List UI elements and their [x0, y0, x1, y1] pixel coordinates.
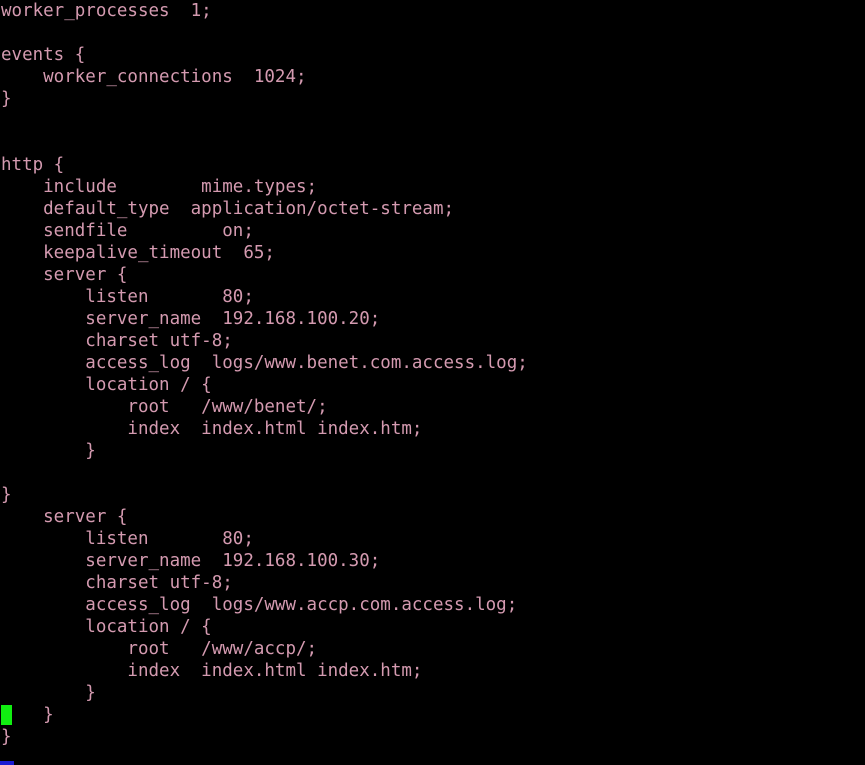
code-line: access_log logs/www.accp.com.access.log; — [1, 595, 518, 615]
status-line-segment — [0, 761, 14, 765]
text-cursor — [1, 705, 12, 725]
terminal-window[interactable]: worker_processes 1; events { worker_conn… — [0, 0, 865, 765]
code-line: } — [1, 727, 12, 747]
code-line: server_name 192.168.100.20; — [1, 309, 381, 329]
code-line: access_log logs/www.benet.com.access.log… — [1, 353, 528, 373]
code-line: charset utf-8; — [1, 573, 233, 593]
code-line: server { — [1, 265, 128, 285]
code-line: keepalive_timeout 65; — [1, 243, 275, 263]
code-line: worker_connections 1024; — [1, 67, 307, 87]
code-editor-text-area[interactable]: worker_processes 1; events { worker_conn… — [0, 0, 865, 765]
code-line: root /www/accp/; — [1, 639, 318, 659]
code-line: location / { — [1, 617, 212, 637]
code-line: http { — [1, 155, 65, 175]
code-line: sendfile on; — [1, 221, 254, 241]
code-line: server { — [1, 507, 128, 527]
code-line: index index.html index.htm; — [1, 661, 423, 681]
code-line: worker_processes 1; — [1, 1, 212, 21]
code-line: listen 80; — [1, 287, 254, 307]
editor-status-line — [0, 761, 865, 765]
code-line: charset utf-8; — [1, 331, 233, 351]
code-line: default_type application/octet-stream; — [1, 199, 455, 219]
code-line: listen 80; — [1, 529, 254, 549]
code-line: } — [1, 441, 96, 461]
code-line: root /www/benet/; — [1, 397, 328, 417]
code-line: location / { — [1, 375, 212, 395]
code-line: index index.html index.htm; — [1, 419, 423, 439]
code-line: events { — [1, 45, 86, 65]
code-line: include mime.types; — [1, 177, 318, 197]
code-line: } — [1, 89, 12, 109]
code-line: } — [1, 485, 12, 505]
code-line: } — [1, 683, 96, 703]
code-line: server_name 192.168.100.30; — [1, 551, 381, 571]
code-line: } — [1, 705, 54, 725]
